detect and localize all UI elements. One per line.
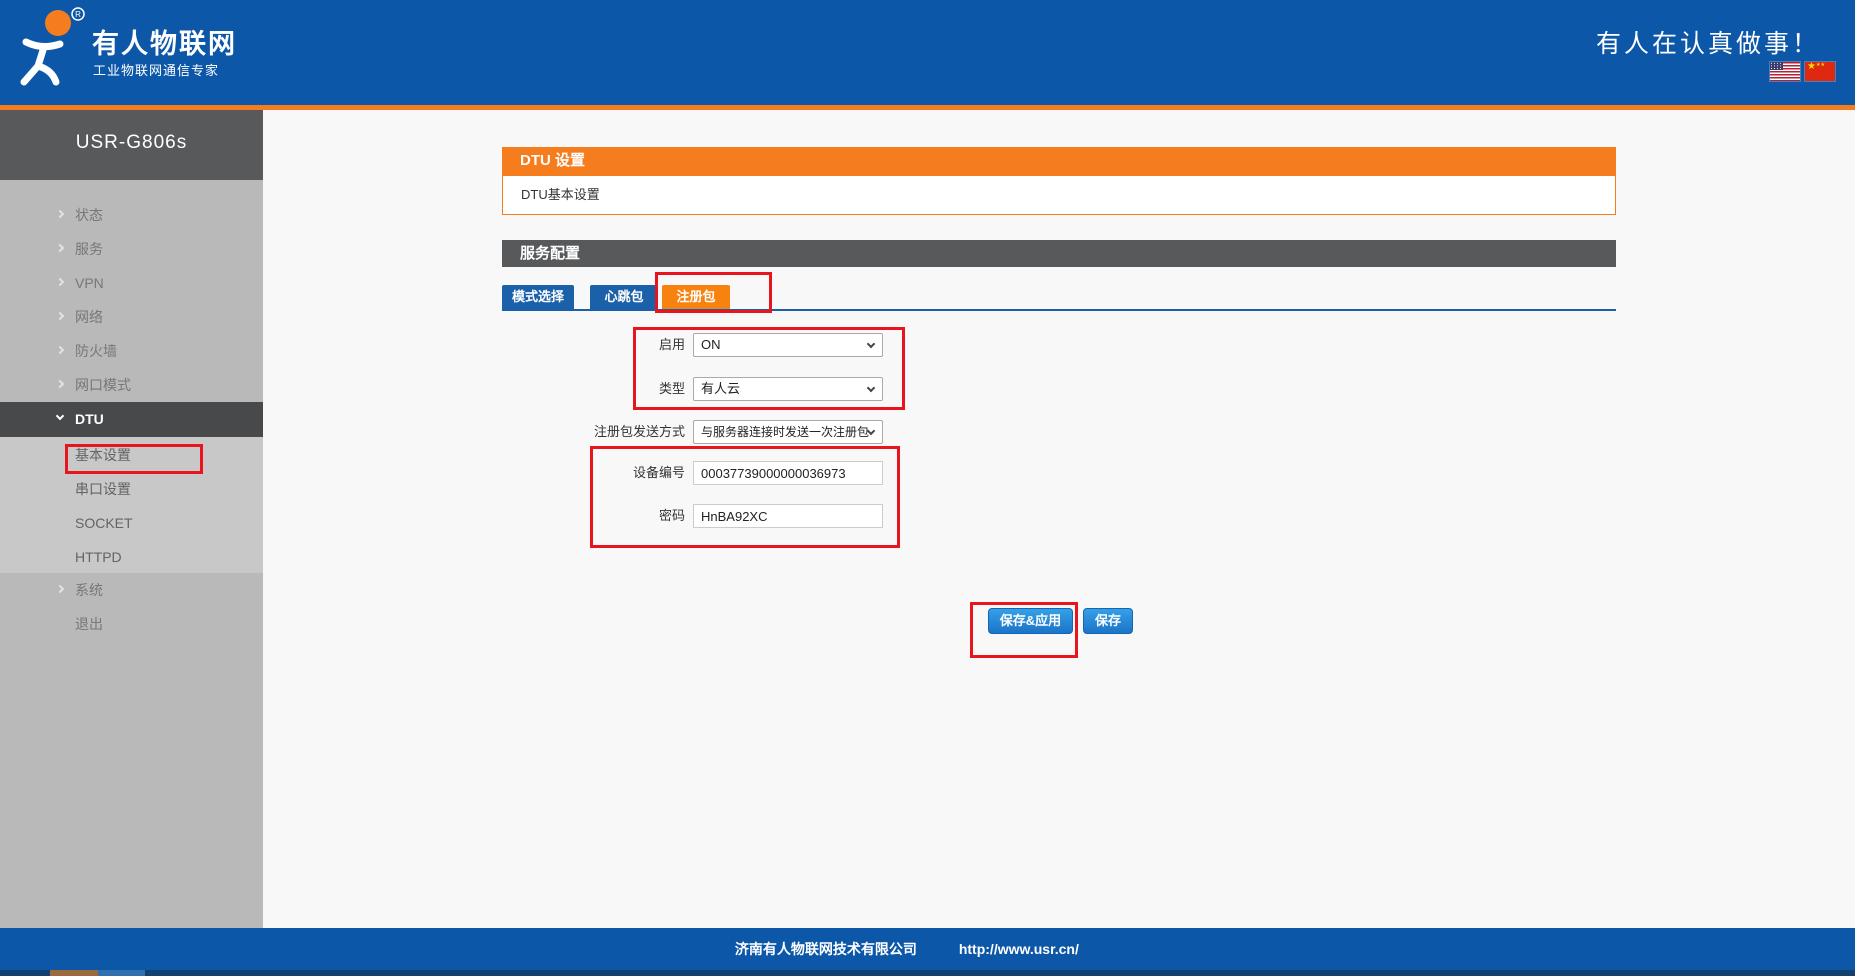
flag-cn-icon[interactable]: ★ ★★ xyxy=(1805,62,1835,81)
header-slogan: 有人在认真做事！ xyxy=(1596,24,1820,60)
sidebar-item-socket[interactable]: SOCKET xyxy=(0,506,263,540)
tab-register-packet[interactable]: 注册包 xyxy=(662,285,730,309)
enable-label: 启用 xyxy=(500,333,685,357)
panel-title: DTU 设置 xyxy=(502,147,1616,175)
chevron-right-icon xyxy=(56,346,64,354)
tab-bar: 模式选择 心跳包 注册包 xyxy=(502,285,1616,311)
sidebar-item-vpn[interactable]: VPN xyxy=(0,266,263,300)
chevron-right-icon xyxy=(56,585,64,593)
chevron-down-icon xyxy=(56,412,64,420)
sidebar-item-serial-settings[interactable]: 串口设置 xyxy=(0,472,263,506)
flag-cn-small-stars: ★★ xyxy=(1816,62,1825,68)
svg-text:R: R xyxy=(75,10,81,19)
save-button[interactable]: 保存 xyxy=(1083,608,1133,634)
header: R 有人物联网 工业物联网通信专家 有人在认真做事！ ★ ★★ xyxy=(0,0,1855,105)
sidebar-item-status[interactable]: 状态 xyxy=(0,198,263,232)
type-label: 类型 xyxy=(500,377,685,401)
device-model: USR-G806s xyxy=(0,110,263,180)
page: R 有人物联网 工业物联网通信专家 有人在认真做事！ ★ ★★ USR-G806… xyxy=(0,0,1855,976)
tab-mode-select[interactable]: 模式选择 xyxy=(502,285,574,309)
chevron-right-icon xyxy=(56,312,64,320)
section-title: 服务配置 xyxy=(502,240,1616,267)
sidebar-item-dtu[interactable]: DTU xyxy=(0,402,263,437)
save-apply-button[interactable]: 保存&应用 xyxy=(988,608,1073,634)
select-chevron-icon xyxy=(867,384,875,392)
sidebar-item-network[interactable]: 网络 xyxy=(0,300,263,334)
sidebar-item-httpd[interactable]: HTTPD xyxy=(0,540,263,574)
sidebar-item-system[interactable]: 系统 xyxy=(0,573,263,607)
enable-select[interactable]: ON xyxy=(693,333,883,357)
flag-us-icon[interactable] xyxy=(1770,62,1800,81)
tab-heartbeat[interactable]: 心跳包 xyxy=(590,285,658,309)
type-select[interactable]: 有人云 xyxy=(693,377,883,401)
password-label: 密码 xyxy=(500,504,685,528)
usr-logo-icon: R xyxy=(14,6,88,92)
select-chevron-icon xyxy=(867,340,875,348)
brand-title: 有人物联网 xyxy=(92,22,237,61)
sidebar-item-logout[interactable]: 退出 xyxy=(0,607,263,641)
chevron-right-icon xyxy=(56,380,64,388)
chevron-right-icon xyxy=(56,244,64,252)
bottom-strip-segment xyxy=(50,970,98,976)
register-send-mode-select[interactable]: 与服务器连接时发送一次注册包 xyxy=(693,420,883,444)
device-id-input[interactable] xyxy=(693,461,883,485)
sidebar-item-basic-settings[interactable]: 基本设置 xyxy=(0,438,263,472)
panel-subtitle: DTU基本设置 xyxy=(502,175,1616,215)
footer-company: 济南有人物联网技术有限公司 xyxy=(735,928,917,970)
sidebar-item-services[interactable]: 服务 xyxy=(0,232,263,266)
footer-url[interactable]: http://www.usr.cn/ xyxy=(959,928,1079,970)
chevron-right-icon xyxy=(56,210,64,218)
register-send-mode-label: 注册包发送方式 xyxy=(500,420,685,444)
sidebar: 状态 服务 VPN 网络 防火墙 网口模式 DTU 基本设置 xyxy=(0,180,263,928)
device-id-label: 设备编号 xyxy=(500,461,685,485)
sidebar-item-port-mode[interactable]: 网口模式 xyxy=(0,368,263,402)
language-switcher: ★ ★★ xyxy=(1770,62,1835,81)
bottom-strip-segment xyxy=(98,970,145,976)
flag-cn-star: ★ xyxy=(1807,61,1816,73)
bottom-edge-strip xyxy=(0,970,1855,976)
chevron-right-icon xyxy=(56,278,64,286)
flag-us-canton xyxy=(1770,62,1783,70)
brand-subtitle: 工业物联网通信专家 xyxy=(93,60,219,79)
sidebar-item-firewall[interactable]: 防火墙 xyxy=(0,334,263,368)
password-input[interactable] xyxy=(693,504,883,528)
footer: 济南有人物联网技术有限公司 http://www.usr.cn/ xyxy=(0,928,1855,970)
